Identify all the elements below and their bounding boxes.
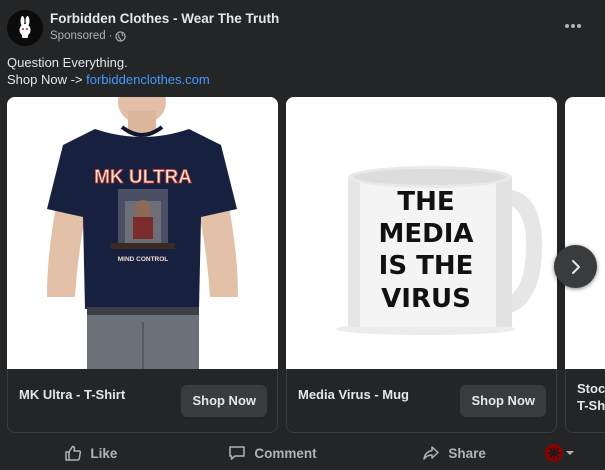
product-image-tshirt[interactable]: MK ULTRA MIND CONTROL bbox=[7, 97, 278, 369]
page-avatar[interactable] bbox=[7, 10, 43, 46]
product-image-mug[interactable]: THE MEDIA IS THE VIRUS bbox=[286, 97, 557, 369]
card-title-line-1: Stoc bbox=[577, 381, 605, 396]
card-title[interactable]: Stoc T-Sh bbox=[577, 380, 605, 414]
post-header: Forbidden Clothes - Wear The Truth Spons… bbox=[0, 0, 605, 56]
rabbit-logo-icon bbox=[7, 10, 43, 46]
card-title-line-2: T-Sh bbox=[577, 398, 605, 413]
product-image-partial[interactable] bbox=[565, 97, 605, 369]
share-label: Share bbox=[448, 445, 486, 461]
caption-line-1: Question Everything. bbox=[7, 55, 128, 70]
mug-photo: THE MEDIA IS THE VIRUS bbox=[286, 97, 557, 369]
meta-separator: · bbox=[108, 30, 113, 42]
like-button[interactable]: Like bbox=[0, 436, 182, 470]
comment-button[interactable]: Comment bbox=[182, 436, 364, 470]
carousel-card[interactable]: MK ULTRA MIND CONTROL MK Ultra - T-Shirt… bbox=[7, 97, 278, 433]
sponsored-label[interactable]: Sponsored bbox=[50, 30, 106, 42]
tshirt-graphic-title: MK ULTRA bbox=[94, 167, 192, 188]
ellipsis-icon bbox=[565, 24, 581, 28]
mug-text-line-2: MEDIA bbox=[378, 219, 473, 249]
card-footer: Media Virus - Mug Shop Now bbox=[286, 369, 557, 433]
mug-text-line-1: THE bbox=[397, 187, 454, 217]
card-footer: Stoc T-Sh bbox=[565, 369, 605, 433]
comment-label: Comment bbox=[254, 445, 317, 461]
share-icon bbox=[423, 446, 440, 460]
card-title[interactable]: Media Virus - Mug bbox=[298, 387, 409, 402]
share-button[interactable]: Share bbox=[363, 436, 545, 470]
shop-now-button[interactable]: Shop Now bbox=[181, 385, 267, 417]
more-options-button[interactable] bbox=[557, 13, 589, 39]
caret-down-icon bbox=[566, 451, 575, 455]
thumbs-up-icon bbox=[65, 445, 82, 461]
chevron-right-icon bbox=[571, 259, 580, 274]
carousel-card[interactable]: THE MEDIA IS THE VIRUS Media Virus - Mug… bbox=[286, 97, 557, 433]
actor-switcher[interactable] bbox=[545, 444, 605, 462]
like-label: Like bbox=[90, 445, 118, 461]
mug-text-line-3: IS THE bbox=[379, 251, 474, 281]
tshirt-photo: MK ULTRA MIND CONTROL bbox=[7, 97, 278, 369]
caption-link[interactable]: forbiddenclothes.com bbox=[86, 72, 210, 87]
caption-line-2: Shop Now -> forbiddenclothes.com bbox=[7, 71, 210, 88]
globe-icon bbox=[115, 30, 127, 42]
page-name-link[interactable]: Forbidden Clothes - Wear The Truth bbox=[50, 11, 279, 26]
card-footer: MK Ultra - T-Shirt Shop Now bbox=[7, 369, 278, 433]
shop-now-button[interactable]: Shop Now bbox=[460, 385, 546, 417]
post-action-bar: Like Comment Share bbox=[0, 436, 605, 470]
profile-avatar-icon bbox=[545, 444, 564, 462]
carousel-next-button[interactable] bbox=[554, 245, 597, 288]
tshirt-graphic-subtitle: MIND CONTROL bbox=[118, 256, 169, 263]
caption-prefix: Shop Now -> bbox=[7, 72, 87, 87]
post-meta: Sponsored · bbox=[50, 30, 127, 42]
comment-icon bbox=[229, 446, 246, 460]
post-caption: Question Everything. Shop Now -> forbidd… bbox=[7, 54, 210, 88]
card-title[interactable]: MK Ultra - T-Shirt bbox=[19, 387, 125, 402]
product-carousel[interactable]: MK ULTRA MIND CONTROL MK Ultra - T-Shirt… bbox=[7, 97, 605, 433]
mug-text-line-4: VIRUS bbox=[381, 284, 471, 314]
